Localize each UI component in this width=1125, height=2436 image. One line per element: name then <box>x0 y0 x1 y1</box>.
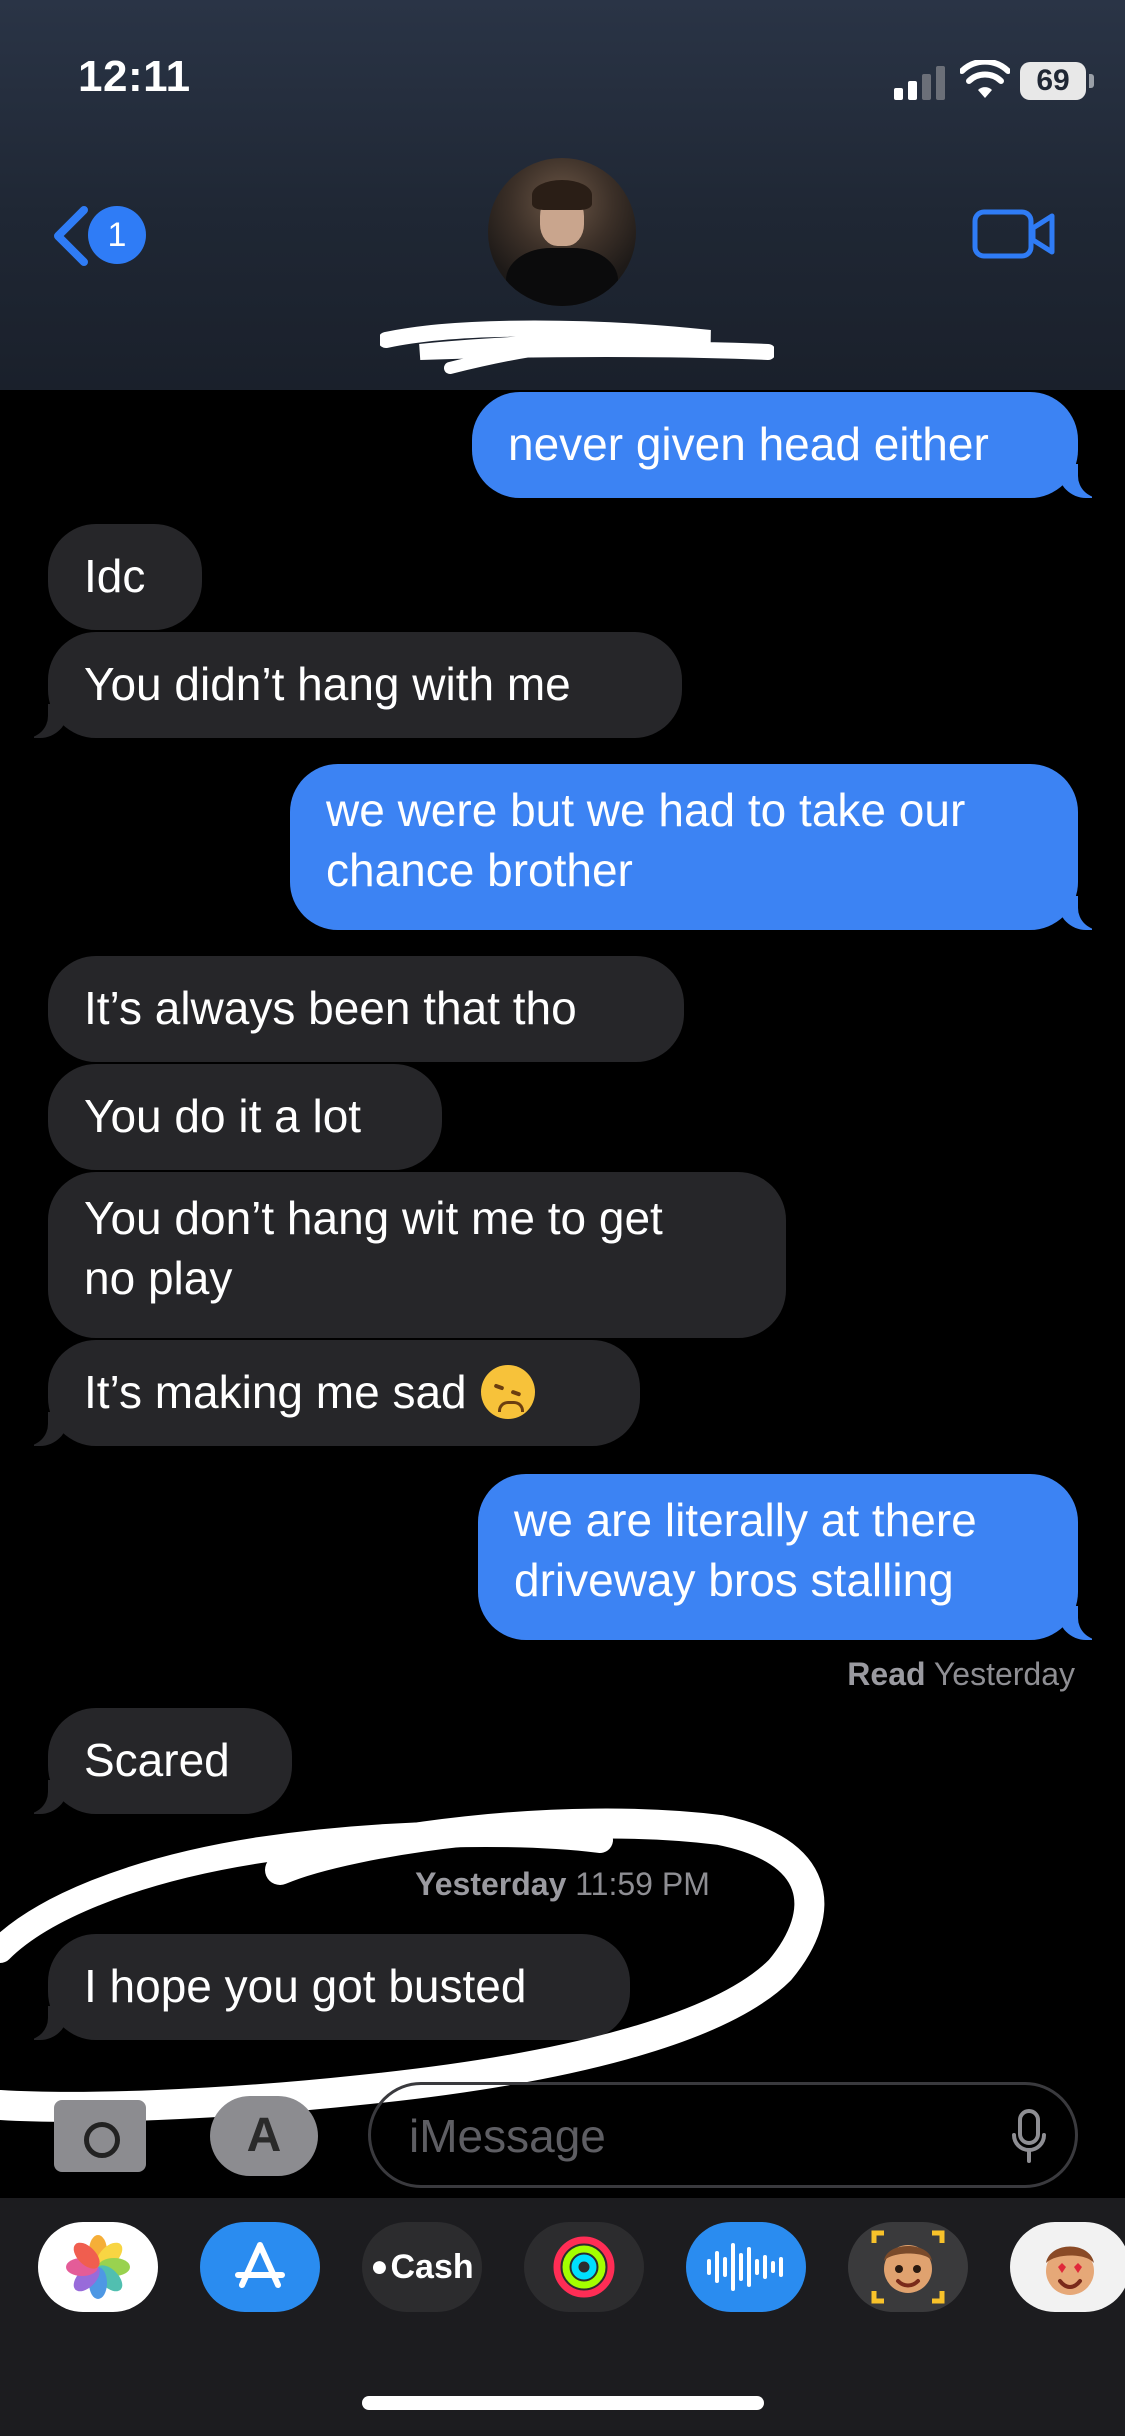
back-chevron-icon[interactable] <box>48 204 92 268</box>
message-text: It’s making me sad <box>84 1366 467 1418</box>
fitness-icon <box>553 2236 615 2298</box>
apple-cash-label: Cash <box>390 2247 474 2286</box>
photos-app-button[interactable] <box>38 2222 158 2312</box>
timestamp-day: Yesterday <box>415 1866 567 1902</box>
memoji-stickers-icon <box>1046 2246 1094 2295</box>
apple-cash-app-button[interactable]: ● Cash <box>362 2222 482 2312</box>
conversation-header: 12:11 69 1 <box>0 0 1125 390</box>
read-label: Read <box>847 1656 926 1692</box>
received-message[interactable]: You didn’t hang with me <box>18 632 682 738</box>
message-timestamp: Yesterday 11:59 PM <box>0 1866 1125 1903</box>
home-indicator[interactable] <box>362 2396 764 2410</box>
read-receipt: Read Yesterday <box>847 1656 1075 1693</box>
apple-cash-icon: ● <box>370 2250 389 2283</box>
avatar-hair <box>532 180 592 210</box>
received-message[interactable]: You don’t hang wit me to get no play <box>48 1172 786 1338</box>
facetime-video-icon[interactable] <box>972 206 1056 262</box>
received-message[interactable]: It’s always been that tho <box>48 956 684 1062</box>
message-line: we were but we had to take our <box>326 784 966 836</box>
imessage-input-container[interactable] <box>368 2082 1078 2188</box>
app-store-icon <box>235 2242 285 2288</box>
message-line: driveway bros stalling <box>514 1554 954 1606</box>
fitness-app-button[interactable] <box>524 2222 644 2312</box>
received-message[interactable]: I hope you got busted <box>18 1934 630 2040</box>
message-line: You don’t hang wit me to get <box>84 1192 663 1244</box>
message-line: we are literally at there <box>514 1494 977 1546</box>
camera-button[interactable] <box>54 2100 146 2172</box>
disappointed-face-emoji-icon <box>480 1364 535 1419</box>
microphone-icon[interactable] <box>1011 2109 1047 2165</box>
sent-message[interactable]: we are literally at there driveway bros … <box>478 1474 1108 1640</box>
app-store-app-button[interactable] <box>200 2222 320 2312</box>
sent-message[interactable]: we were but we had to take our chance br… <box>290 764 1108 930</box>
wifi-icon <box>960 60 1010 98</box>
audio-message-icon <box>707 2243 783 2291</box>
unread-count-badge[interactable]: 1 <box>88 206 146 264</box>
read-time: Yesterday <box>933 1656 1075 1692</box>
cellular-signal-icon <box>894 66 945 100</box>
avatar-shirt <box>506 248 618 306</box>
status-time: 12:11 <box>78 52 191 101</box>
received-message[interactable]: It’s making me sad <box>18 1340 640 1446</box>
photos-icon <box>66 2235 130 2299</box>
received-message[interactable]: Scared <box>18 1708 292 1814</box>
redaction-scribble <box>380 320 774 374</box>
audio-message-app-button[interactable] <box>686 2222 806 2312</box>
timestamp-time: 11:59 PM <box>575 1866 710 1902</box>
memoji-stickers-app-button[interactable] <box>1010 2222 1125 2312</box>
contact-avatar[interactable] <box>488 158 636 306</box>
imessage-input[interactable] <box>407 2103 971 2169</box>
memoji-icon <box>871 2230 945 2304</box>
message-line: no play <box>84 1252 233 1304</box>
memoji-app-button[interactable] <box>848 2222 968 2312</box>
app-drawer-toggle-button[interactable]: A <box>210 2096 318 2176</box>
battery-indicator: 69 <box>1020 62 1094 100</box>
received-message[interactable]: You do it a lot <box>48 1064 442 1170</box>
received-message[interactable]: Idc <box>48 524 202 630</box>
sent-message[interactable]: never given head either <box>472 392 1108 498</box>
message-line: chance brother <box>326 844 633 896</box>
